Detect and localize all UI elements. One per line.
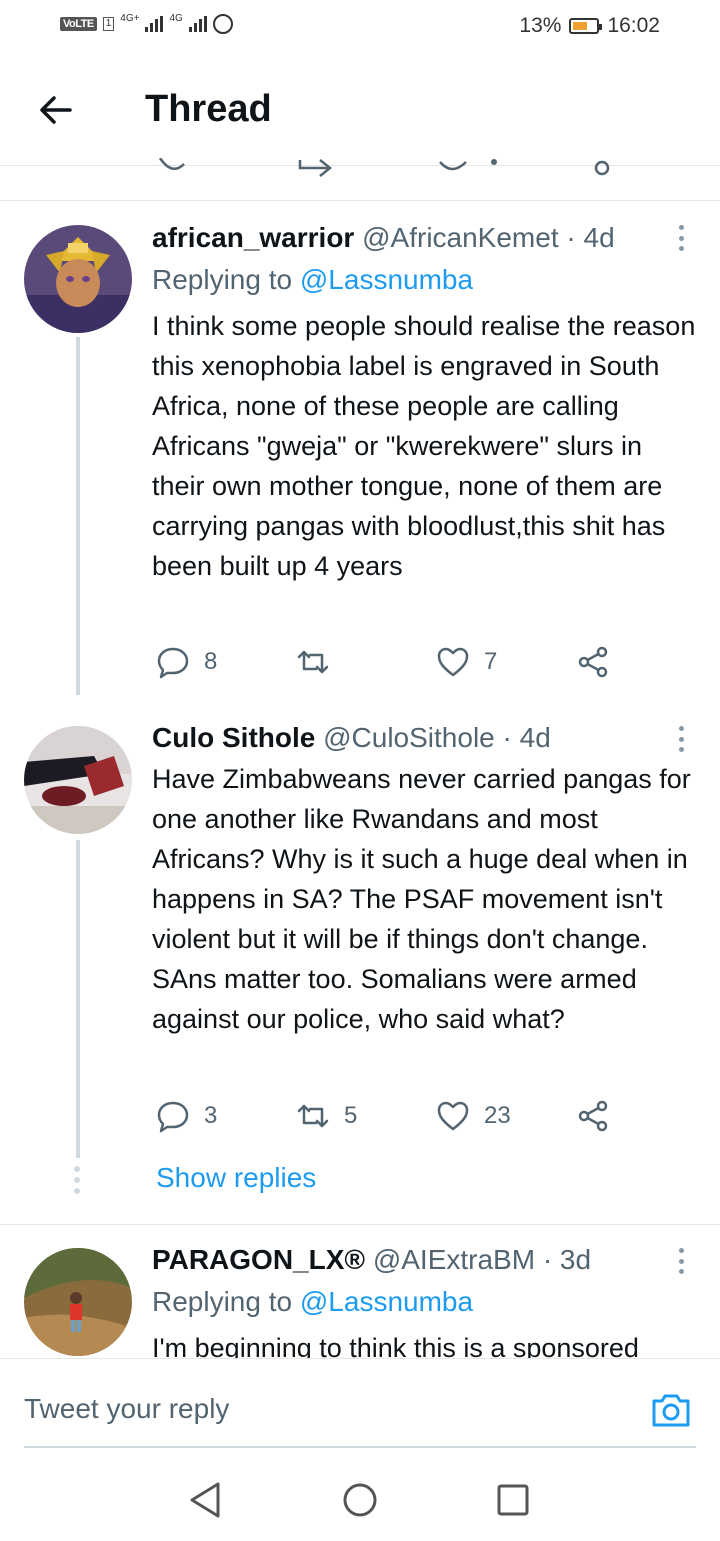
- thread-line: [76, 840, 80, 1158]
- tweet-text: I'm beginning to think this is a sponsor…: [152, 1333, 639, 1358]
- display-name[interactable]: Culo Sithole: [152, 722, 315, 753]
- share-button[interactable]: [576, 1096, 610, 1136]
- avatar[interactable]: [24, 1248, 132, 1356]
- sim-badge: 1: [102, 17, 115, 31]
- display-name[interactable]: african_warrior: [152, 222, 354, 253]
- reply-underline: [24, 1446, 696, 1448]
- display-name[interactable]: PARAGON_LX®: [152, 1244, 365, 1275]
- page-title: Thread: [145, 88, 272, 130]
- nav-home-icon[interactable]: [340, 1480, 380, 1520]
- share-icon: [578, 1100, 608, 1132]
- back-arrow-icon[interactable]: [36, 90, 76, 130]
- battery-icon: [569, 18, 603, 34]
- replying-label: Replying to: [152, 264, 293, 295]
- replying-label: Replying to: [152, 1286, 293, 1317]
- more-icon[interactable]: [678, 726, 684, 752]
- reply-count: 3: [204, 1102, 218, 1129]
- network-type-2: 4G: [169, 12, 183, 24]
- user-handle[interactable]: @AIExtraBM: [373, 1244, 535, 1275]
- share-icon: [578, 646, 608, 678]
- user-handle[interactable]: @AfricanKemet: [362, 222, 559, 253]
- replying-handle[interactable]: @Lassnumba: [300, 264, 473, 295]
- signal-icon-2: [188, 16, 207, 32]
- status-right: 13% 16:02: [519, 14, 660, 38]
- tweet-header: PARAGON_LX® @AIExtraBM · 3d: [152, 1244, 591, 1276]
- network-type-1: 4G+: [120, 12, 140, 24]
- reply-input[interactable]: Tweet your reply: [24, 1393, 229, 1425]
- status-bar: VoLTE 1 4G+ 4G 13% 16:02: [0, 0, 720, 56]
- nav-back-icon[interactable]: [186, 1480, 226, 1520]
- nav-recent-icon[interactable]: [493, 1480, 533, 1520]
- tweet-actions: 8 7: [152, 642, 622, 682]
- reply-button[interactable]: 8: [156, 642, 217, 682]
- tweet-3[interactable]: PARAGON_LX® @AIExtraBM · 3d Replying to …: [0, 1224, 720, 1358]
- tweet-header: Culo Sithole @CuloSithole · 4d: [152, 722, 551, 754]
- tweet-text: Have Zimbabweans never carried pangas fo…: [152, 764, 691, 1034]
- thread-line: [76, 337, 80, 695]
- retweet-button[interactable]: 5: [296, 1096, 357, 1136]
- avatar[interactable]: [24, 225, 132, 333]
- like-icon: [437, 647, 469, 677]
- tweet-text: I think some people should realise the r…: [152, 311, 696, 581]
- share-button[interactable]: [576, 642, 610, 682]
- reply-bar: Tweet your reply: [0, 1358, 720, 1448]
- reply-icon: [157, 1101, 189, 1133]
- previous-actions-peek: [0, 158, 720, 178]
- more-icon[interactable]: [678, 225, 684, 251]
- like-button[interactable]: 23: [436, 1096, 511, 1136]
- replying-to: Replying to @Lassnumba: [152, 264, 473, 296]
- tweet-time: · 4d: [502, 722, 551, 753]
- more-icon[interactable]: [678, 1248, 684, 1274]
- like-icon: [437, 1101, 469, 1131]
- retweet-count: 5: [344, 1102, 358, 1129]
- reply-count: 8: [204, 648, 218, 675]
- like-count: 7: [484, 648, 498, 675]
- tweet-header: african_warrior @AfricanKemet · 4d: [152, 222, 615, 254]
- battery-percent: 13%: [519, 14, 562, 37]
- volte-badge: VoLTE: [60, 17, 97, 31]
- status-left: VoLTE 1 4G+ 4G: [60, 12, 233, 34]
- divider: [0, 200, 720, 201]
- tweet-actions: 3 5 23: [152, 1096, 622, 1136]
- signal-icon: [145, 16, 164, 32]
- retweet-icon: [297, 1104, 329, 1128]
- replying-handle[interactable]: @Lassnumba: [300, 1286, 473, 1317]
- reply-button[interactable]: 3: [156, 1096, 217, 1136]
- thread-header: Thread: [0, 56, 720, 166]
- like-button[interactable]: 7: [436, 642, 497, 682]
- user-handle[interactable]: @CuloSithole: [323, 722, 495, 753]
- avatar[interactable]: [24, 726, 132, 834]
- tweet-time: · 4d: [566, 222, 615, 253]
- retweet-button[interactable]: [296, 642, 344, 682]
- reply-icon: [157, 647, 189, 679]
- whatsapp-icon: [212, 14, 233, 34]
- replying-to: Replying to @Lassnumba: [152, 1286, 473, 1318]
- system-navbar: [0, 1450, 720, 1541]
- tweet-time: · 3d: [542, 1244, 592, 1275]
- thread-continue-dots: [74, 1166, 80, 1194]
- like-count: 23: [484, 1102, 511, 1129]
- show-replies-link[interactable]: Show replies: [156, 1162, 316, 1194]
- clock: 16:02: [607, 14, 660, 37]
- camera-icon[interactable]: [650, 1389, 692, 1431]
- retweet-icon: [297, 650, 329, 674]
